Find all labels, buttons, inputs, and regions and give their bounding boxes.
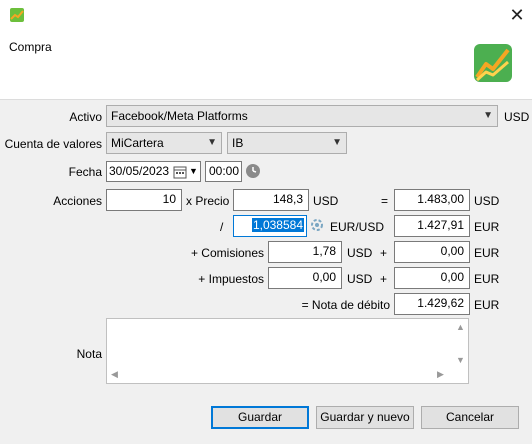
cancel-button[interactable]: Cancelar (421, 406, 519, 429)
activo-value: Facebook/Meta Platforms (111, 109, 248, 123)
cuenta-label: Cuenta de valores (4, 137, 102, 151)
comisiones-currency: USD (347, 246, 373, 260)
app-logo-icon (474, 44, 512, 82)
cuenta-select[interactable]: MiCartera ▼ (106, 132, 222, 154)
save-button[interactable]: Guardar (211, 406, 309, 429)
total-usd-currency: USD (474, 194, 500, 208)
comisiones-eur-currency: EUR (474, 246, 500, 260)
chevron-up-icon[interactable]: ▲ (456, 322, 465, 332)
acciones-field[interactable]: 10 (106, 189, 182, 211)
refresh-rate-icon[interactable] (310, 218, 324, 232)
impuestos-eur-currency: EUR (474, 272, 500, 286)
fx-rate-value: 1,038584 (251, 218, 304, 232)
broker-value: IB (232, 136, 244, 150)
save-new-button[interactable]: Guardar y nuevo (316, 406, 414, 429)
comisiones-label: + Comisiones (190, 246, 264, 260)
chevron-down-icon[interactable]: ▼ (189, 162, 198, 181)
app-icon (10, 8, 24, 22)
chevron-right-icon[interactable]: ▶ (437, 369, 444, 380)
activo-select[interactable]: Facebook/Meta Platforms ▼ (106, 105, 498, 127)
equals-sign: = (381, 194, 389, 208)
total-usd-field[interactable]: 1.483,00 (394, 189, 470, 211)
fecha-field[interactable]: 30/05/2023 ▼ (106, 161, 201, 182)
precio-label: x Precio (186, 194, 230, 208)
plus-sign: + (380, 246, 388, 260)
hora-value: 00:00 (209, 164, 240, 178)
plus-sign: + (380, 272, 388, 286)
dialog-header (0, 32, 532, 100)
clock-icon[interactable] (245, 163, 261, 179)
fecha-value: 30/05/2023 (109, 164, 170, 178)
total-eur-currency: EUR (474, 220, 500, 234)
fecha-label: Fecha (68, 165, 102, 179)
nota-debito-field[interactable]: 1.429,62 (394, 293, 470, 315)
calendar-icon[interactable] (173, 162, 187, 181)
divide-sign: / (220, 220, 224, 234)
impuestos-eur-field[interactable]: 0,00 (394, 267, 470, 289)
total-eur-field[interactable]: 1.427,91 (394, 215, 470, 237)
nota-debito-label: = Nota de débito (301, 298, 390, 312)
horizontal-scrollbar[interactable]: ◀ ▶ (107, 368, 452, 383)
nota-label: Nota (76, 347, 102, 361)
nota-textarea[interactable]: ▲ ▼ ◀ ▶ (106, 318, 469, 384)
comisiones-eur-field[interactable]: 0,00 (394, 241, 470, 263)
fx-unit: EUR/USD (330, 220, 385, 234)
chevron-left-icon[interactable]: ◀ (111, 369, 118, 380)
chevron-down-icon: ▼ (207, 137, 217, 148)
chevron-down-icon: ▼ (483, 110, 493, 121)
activo-currency: USD (504, 110, 530, 124)
impuestos-label: + Impuestos (198, 272, 264, 286)
precio-currency: USD (313, 194, 339, 208)
activo-label: Activo (69, 110, 102, 124)
hora-field[interactable]: 00:00 (205, 161, 242, 182)
title-bar (0, 0, 532, 32)
precio-field[interactable]: 148,3 (233, 189, 309, 211)
chevron-down-icon[interactable]: ▼ (456, 355, 465, 365)
chevron-down-icon: ▼ (332, 137, 342, 148)
acciones-label: Acciones (53, 194, 102, 208)
cuenta-value: MiCartera (111, 136, 164, 150)
fx-rate-field[interactable]: 1,038584 (233, 215, 307, 237)
dialog-title: Compra (9, 40, 52, 54)
comisiones-field[interactable]: 1,78 (268, 241, 342, 263)
impuestos-currency: USD (347, 272, 373, 286)
vertical-scrollbar[interactable]: ▲ ▼ (452, 319, 468, 369)
nota-debito-currency: EUR (474, 298, 500, 312)
close-button[interactable]: ✕ (506, 4, 528, 26)
broker-select[interactable]: IB ▼ (227, 132, 347, 154)
impuestos-field[interactable]: 0,00 (268, 267, 342, 289)
